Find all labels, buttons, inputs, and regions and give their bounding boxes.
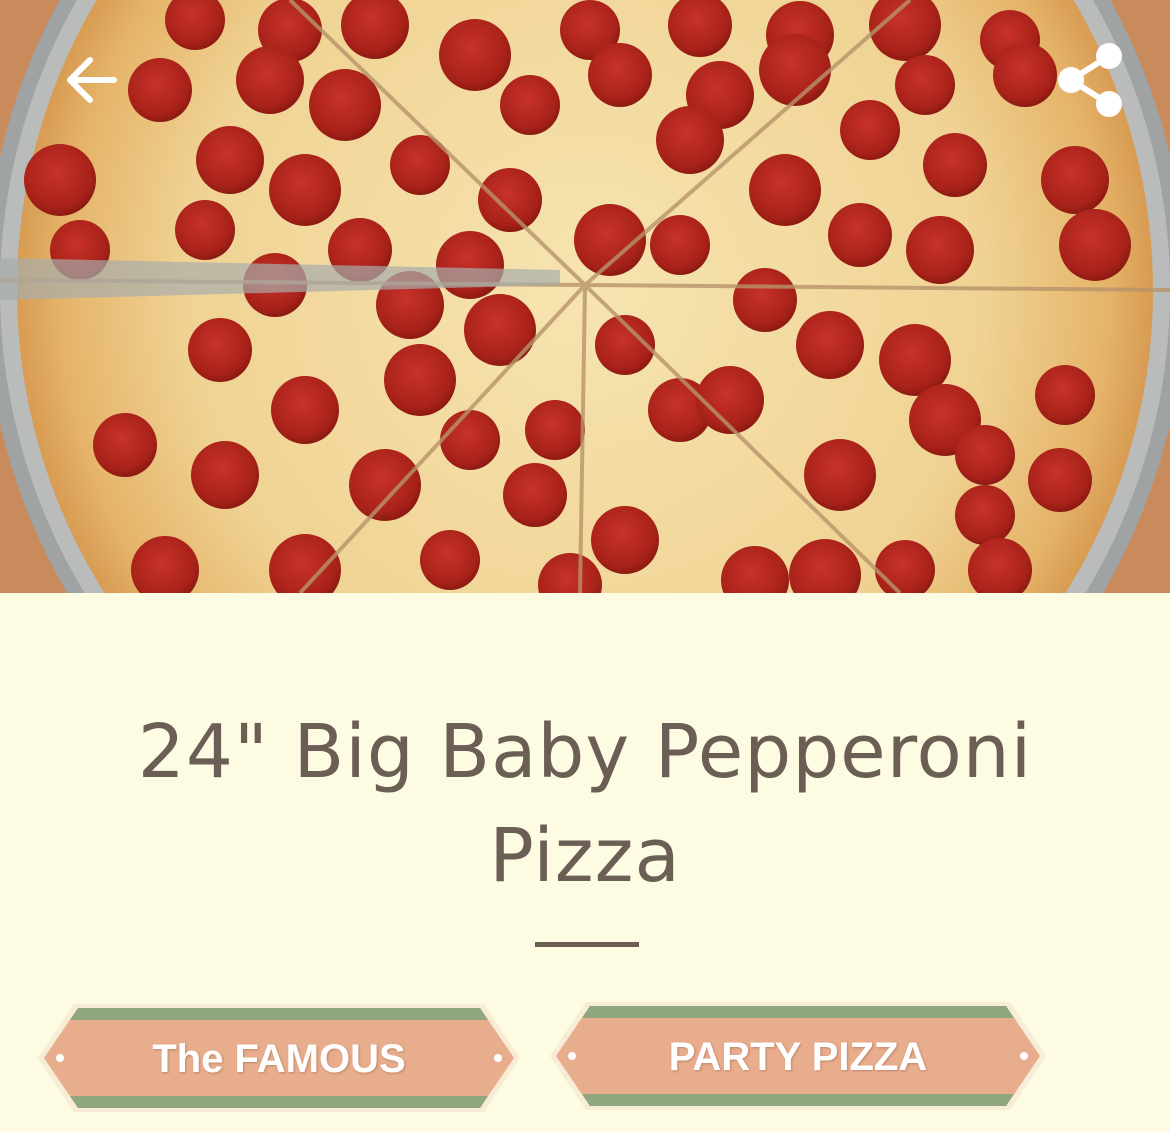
pepperoni-slice [349,449,421,521]
arrow-left-icon [67,57,117,103]
product-title-line-2: Pizza [489,813,681,899]
pepperoni-slice [955,425,1015,485]
pepperoni-slice [384,344,456,416]
pepperoni-slice [1028,448,1092,512]
pepperoni-slice [696,366,764,434]
tag-label: The FAMOUS [152,1037,406,1081]
pepperoni-slice [828,203,892,267]
share-icon [1058,43,1122,117]
pepperoni-slice [1035,365,1095,425]
pepperoni-slice [1041,146,1109,214]
product-image [0,0,1170,593]
pepperoni-slice [128,58,192,122]
tag-party-pizza[interactable]: PARTY PIZZA [548,1000,1048,1116]
pepperoni-slice [271,376,339,444]
pepperoni-slice [1059,209,1131,281]
pepperoni-slice [796,311,864,379]
pepperoni-slice [923,133,987,197]
pepperoni-slice [436,231,504,299]
pepperoni-slice [588,43,652,107]
pepperoni-slice [906,216,974,284]
pepperoni-slice [656,106,724,174]
pepperoni-slice [895,55,955,115]
title-divider [535,942,639,947]
pepperoni-slice [236,46,304,114]
pepperoni-slice [650,215,710,275]
tag-the-famous[interactable]: The FAMOUS [36,1000,522,1116]
pepperoni-slice [591,506,659,574]
pepperoni-slice [93,413,157,477]
pepperoni-slice [175,200,235,260]
pepperoni-slice [525,400,585,460]
pepperoni-slice [759,34,831,106]
product-title-line-1: 24" Big Baby Pepperoni [137,709,1033,795]
pepperoni-slice [955,485,1015,545]
pepperoni-slice [191,441,259,509]
pepperoni-slice [804,439,876,511]
back-button[interactable] [52,40,132,120]
pepperoni-slice [269,154,341,226]
pepperoni-slice [500,75,560,135]
pepperoni-slice [840,100,900,160]
pepperoni-slice [478,168,542,232]
pepperoni-slice [420,530,480,590]
pepperoni-slice [503,463,567,527]
pepperoni-slice [733,268,797,332]
pepperoni-slice [24,144,96,216]
share-button[interactable] [1050,40,1130,120]
pizza-photo [0,0,1170,593]
pepperoni-slice [439,19,511,91]
tag-label: PARTY PIZZA [668,1035,928,1079]
pepperoni-slice [464,294,536,366]
pepperoni-slice [993,43,1057,107]
pepperoni-slice [188,318,252,382]
pepperoni-slice [749,154,821,226]
pepperoni-slice [196,126,264,194]
pepperoni-slice [440,410,500,470]
product-title: 24" Big Baby Pepperoni Pizza [0,700,1170,908]
